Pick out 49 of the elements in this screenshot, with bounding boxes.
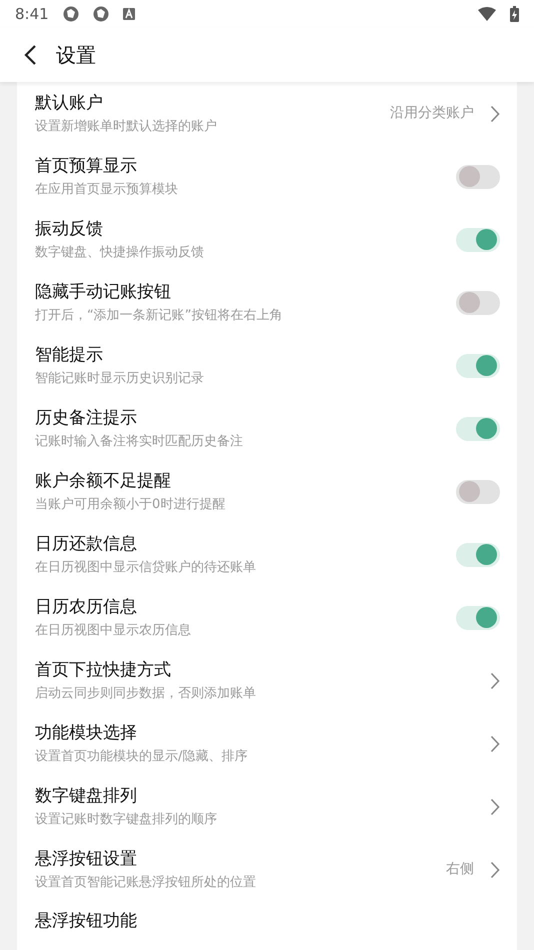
setting-title: 数字键盘排列 — [35, 784, 137, 808]
toggle-switch[interactable] — [456, 542, 500, 566]
chevron-right-icon — [490, 734, 500, 752]
aperture-icon — [62, 6, 79, 22]
toggle-switch[interactable] — [456, 606, 500, 630]
toggle-switch[interactable] — [456, 228, 500, 252]
wifi-icon — [478, 7, 496, 21]
setting-title: 日历还款信息 — [35, 532, 137, 556]
setting-title: 首页预算显示 — [35, 154, 137, 178]
setting-description: 在应用首页显示预算模块 — [35, 180, 178, 198]
chevron-right-icon — [490, 672, 500, 690]
setting-title: 功能模块选择 — [35, 722, 137, 744]
setting-description: 数字键盘、快捷操作振动反馈 — [35, 244, 204, 262]
setting-title: 日历农历信息 — [35, 596, 137, 618]
setting-description: 在日历视图中显示农历信息 — [35, 622, 191, 640]
setting-description: 启动云同步则同步数据，否则添加账单 — [35, 684, 256, 702]
setting-description: 设置首页功能模块的显示/隐藏、排序 — [35, 748, 248, 766]
setting-title: 隐藏手动记账按钮 — [35, 280, 171, 304]
setting-description: 设置首页智能记账悬浮按钮所处的位置 — [35, 874, 256, 892]
toggle-switch[interactable] — [456, 416, 500, 440]
setting-title: 悬浮按钮功能 — [35, 910, 137, 933]
setting-description: 当账户可用余额小于0时进行提醒 — [35, 496, 226, 514]
toggle-switch[interactable] — [456, 290, 500, 314]
setting-title: 悬浮按钮设置 — [35, 848, 137, 870]
setting-title: 首页下拉快捷方式 — [35, 658, 171, 682]
setting-value: 沿用分类账户 — [390, 104, 474, 123]
setting-description: 在日历视图中显示信贷账户的待还账单 — [35, 558, 256, 576]
setting-description: 打开后，“添加一条新记账”按钮将在右上角 — [35, 306, 282, 324]
chevron-right-icon — [490, 798, 500, 816]
aperture-icon — [92, 6, 109, 22]
setting-description: 智能记账时显示历史识别记录 — [35, 370, 204, 388]
setting-title: 账户余额不足提醒 — [35, 470, 171, 492]
setting-value: 右侧 — [446, 860, 474, 879]
chevron-right-icon — [490, 860, 500, 878]
setting-title: 振动反馈 — [35, 218, 103, 240]
status-time: 8:41 — [15, 4, 49, 25]
setting-title: 智能提示 — [35, 344, 103, 366]
keyboard-badge-icon — [122, 8, 135, 20]
setting-description: 记账时输入备注将实时匹配历史备注 — [35, 432, 243, 450]
setting-description: 设置新增账单时默认选择的账户 — [35, 118, 217, 136]
battery-icon — [510, 6, 519, 22]
toggle-switch[interactable] — [456, 480, 500, 504]
chevron-right-icon — [490, 104, 500, 122]
setting-title: 历史备注提示 — [35, 406, 137, 430]
toggle-switch[interactable] — [456, 164, 500, 188]
toggle-switch[interactable] — [456, 354, 500, 378]
setting-title: 默认账户 — [35, 92, 103, 114]
page-title: 设置 — [56, 42, 96, 69]
setting-description: 设置记账时数字键盘排列的顺序 — [35, 810, 217, 828]
